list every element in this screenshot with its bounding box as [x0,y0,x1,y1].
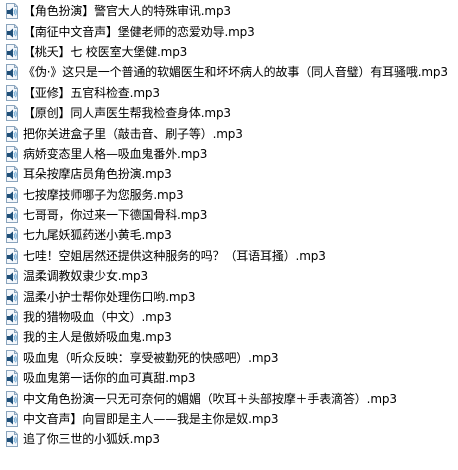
file-item[interactable]: 追了你三世的小狐妖.mp3 [0,429,458,449]
file-item[interactable]: 七按摩技师哪子为您服务.mp3 [0,185,458,205]
mp3-file-icon [4,411,20,427]
file-item[interactable]: 【桃夭】七 校医室大堡健.mp3 [0,42,458,62]
file-item[interactable]: 吸血鬼（听众反映：享受被勤死的快感吧）.mp3 [0,348,458,368]
mp3-file-icon [4,329,20,346]
file-name: 病娇变态里人格—吸血鬼番外.mp3 [23,146,208,161]
file-name: 吸血鬼第一话你的血可真甜.mp3 [23,371,196,386]
file-item[interactable]: 把你关进盒子里（敲击音、刷子等）.mp3 [0,123,458,143]
file-name: 七哥哥，你过来一下德国骨科.mp3 [23,208,208,223]
mp3-file-icon [4,268,20,285]
mp3-file-icon [4,227,20,244]
file-name: 我的猎物吸血（中文）.mp3 [23,310,172,325]
file-name: 中文音声】向冒即是主人——我是主你是奴.mp3 [23,412,279,426]
mp3-file-icon [4,288,20,305]
file-item[interactable]: 【原创】同人声医生帮我检查身体.mp3 [0,103,458,123]
file-name: 【角色扮演】警官大人的特殊审讯.mp3 [23,4,231,19]
file-name: 把你关进盒子里（敲击音、刷子等）.mp3 [23,126,243,141]
file-name: 【南征中文音声】堡健老师的恋爱劝导.mp3 [23,24,255,39]
file-name: 【原创】同人声医生帮我检查身体.mp3 [23,106,231,121]
file-item[interactable]: 耳朵按摩店员角色扮演.mp3 [0,164,458,184]
file-item[interactable]: 温柔小护士帮你处理伤口哟.mp3 [0,286,458,306]
file-name: 吸血鬼（听众反映：享受被勤死的快感吧）.mp3 [23,350,279,365]
file-list: 【角色扮演】警官大人的特殊审讯.mp3 【南征中文音声】堡健老师的恋爱劝导.mp3… [0,0,458,470]
mp3-file-icon [4,3,20,20]
mp3-file-icon [4,309,20,326]
mp3-file-icon [4,370,20,387]
mp3-file-icon [4,247,20,264]
mp3-file-icon [4,23,20,40]
file-name: 七哇！空姐居然还提供这种服务的吗？（耳语耳搔）.mp3 [23,248,326,263]
file-name: 【亚修】五官科检查.mp3 [23,85,160,100]
file-name: 追了你三世的小狐妖.mp3 [23,432,160,447]
file-item[interactable]: 【亚修】五官科检查.mp3 [0,83,458,103]
file-name: 温柔调教奴隶少女.mp3 [23,269,148,284]
file-item[interactable]: 【南征中文音声】堡健老师的恋爱劝导.mp3 [0,21,458,41]
file-item[interactable]: 七哇！空姐居然还提供这种服务的吗？（耳语耳搔）.mp3 [0,246,458,266]
mp3-file-icon [4,207,20,224]
file-item[interactable]: 病娇变态里人格—吸血鬼番外.mp3 [0,144,458,164]
file-item[interactable]: 我的猎物吸血（中文）.mp3 [0,307,458,327]
file-item[interactable]: 温柔调教奴隶少女.mp3 [0,266,458,286]
file-item[interactable]: 《伪·》这只是一个普通的软媚医生和坏坏病人的故事（同人音璧）有耳骚哦.mp3 [0,62,458,82]
file-name: 温柔小护士帮你处理伤口哟.mp3 [23,289,196,304]
file-item[interactable]: 我的主人是傲娇吸血鬼.mp3 [0,327,458,347]
file-name: 【桃夭】七 校医室大堡健.mp3 [23,44,188,59]
file-item[interactable]: 七九尾妖狐药迷小黄毛.mp3 [0,225,458,245]
mp3-file-icon [4,349,20,366]
file-name: 七按摩技师哪子为您服务.mp3 [23,187,184,202]
file-name: 耳朵按摩店员角色扮演.mp3 [23,167,172,182]
mp3-file-icon [4,186,20,203]
mp3-file-icon [4,43,20,60]
file-name: 中文角色扮演一只无可奈何的媚媚（吹耳＋头部按摩＋手表滴答）.mp3 [23,391,397,406]
file-item[interactable]: 吸血鬼第一话你的血可真甜.mp3 [0,368,458,388]
mp3-file-icon [4,84,20,101]
mp3-file-icon [4,64,20,81]
file-item[interactable]: 七哥哥，你过来一下德国骨科.mp3 [0,205,458,225]
mp3-file-icon [4,145,20,162]
file-item[interactable]: 中文音声】向冒即是主人——我是主你是奴.mp3 [0,409,458,429]
file-item[interactable]: 【角色扮演】警官大人的特殊审讯.mp3 [0,1,458,21]
file-name: 《伪·》这只是一个普通的软媚医生和坏坏病人的故事（同人音璧）有耳骚哦.mp3 [23,65,448,80]
mp3-file-icon [4,125,20,142]
file-name: 七九尾妖狐药迷小黄毛.mp3 [23,228,172,243]
mp3-file-icon [4,105,20,122]
mp3-file-icon [4,390,20,407]
mp3-file-icon [4,431,20,448]
file-name: 我的主人是傲娇吸血鬼.mp3 [23,330,172,345]
mp3-file-icon [4,166,20,183]
file-item[interactable]: 中文角色扮演一只无可奈何的媚媚（吹耳＋头部按摩＋手表滴答）.mp3 [0,388,458,408]
